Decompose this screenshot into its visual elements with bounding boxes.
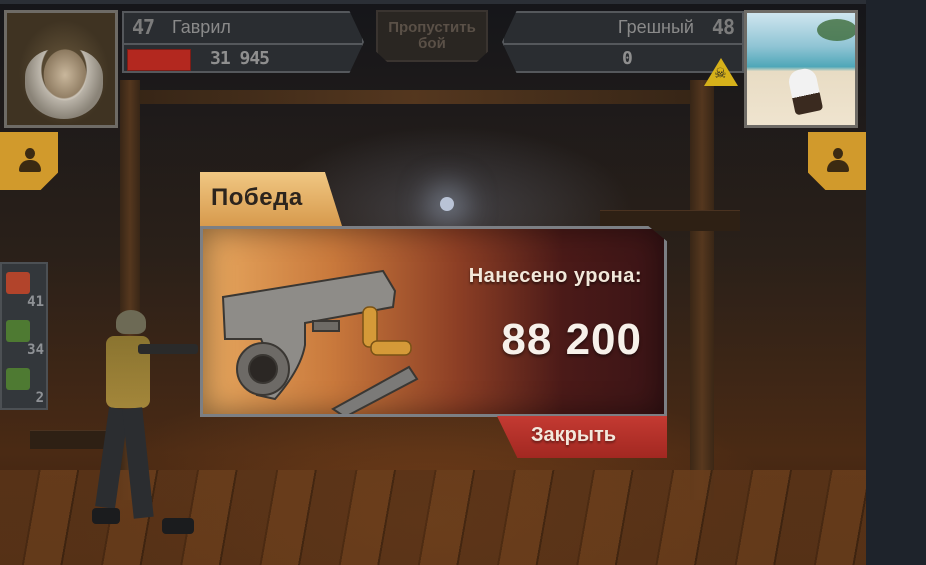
skull-hazard-icon xyxy=(704,58,738,86)
opponent-avatar[interactable] xyxy=(744,10,858,128)
top-divider xyxy=(0,0,866,4)
victory-panel: Нанесено урона: 88 200 xyxy=(200,226,667,417)
medkit-red-icon xyxy=(6,272,30,294)
item-count: 41 xyxy=(27,294,44,310)
skip-battle-button[interactable]: Пропустить бой xyxy=(376,10,488,62)
soldier-boot xyxy=(162,518,194,534)
item-slot[interactable]: 41 xyxy=(4,266,46,312)
person-icon xyxy=(18,148,42,174)
victory-title-tab: Победа xyxy=(200,172,342,226)
item-slot[interactable]: 34 xyxy=(4,314,46,360)
medkit-green-icon xyxy=(6,320,30,342)
item-count: 2 xyxy=(35,390,44,406)
damage-label: Нанесено урона: xyxy=(468,265,642,287)
item-slot[interactable]: 2 xyxy=(4,362,46,408)
opponent-stat: 0 xyxy=(622,48,633,69)
hood-hair xyxy=(25,49,103,119)
player-nameplate: 47 Гаврил 31 945 xyxy=(122,11,364,73)
consumables-panel: 41 34 2 xyxy=(0,262,48,410)
lamp-light xyxy=(440,197,454,211)
wooden-beam xyxy=(690,80,714,500)
medkit-green-icon xyxy=(6,368,30,390)
damage-value: 88 200 xyxy=(501,315,642,364)
player-level: 47 xyxy=(132,15,155,39)
opponent-nameplate-top: Грешный 48 xyxy=(504,13,742,45)
close-button-label: Закрыть xyxy=(531,424,617,446)
opponent-name: Грешный xyxy=(617,17,694,37)
item-count: 34 xyxy=(27,342,44,358)
pistol-reward-image xyxy=(221,269,419,414)
player-stat: 31 945 xyxy=(210,48,270,69)
opponent-level: 48 xyxy=(711,15,735,39)
soldier-boot xyxy=(92,508,120,524)
right-strip xyxy=(866,0,926,565)
player-avatar[interactable] xyxy=(4,10,118,128)
opponent-ally-slot[interactable] xyxy=(808,132,866,190)
victory-title: Победа xyxy=(211,184,303,211)
player-nameplate-top: 47 Гаврил xyxy=(124,13,362,45)
soldier-leg xyxy=(122,407,154,519)
soldier-helmet xyxy=(116,310,146,334)
skip-battle-label: Пропустить бой xyxy=(388,19,476,52)
player-hp-bar xyxy=(127,49,191,71)
close-button[interactable]: Закрыть xyxy=(497,416,667,458)
player-nameplate-bottom: 31 945 xyxy=(124,45,362,73)
player-soldier xyxy=(92,308,202,540)
soldier-rifle xyxy=(138,344,198,354)
wooden-beam xyxy=(140,90,690,104)
person-icon xyxy=(826,148,850,174)
palm-foliage xyxy=(817,19,855,41)
player-name: Гаврил xyxy=(172,17,231,37)
